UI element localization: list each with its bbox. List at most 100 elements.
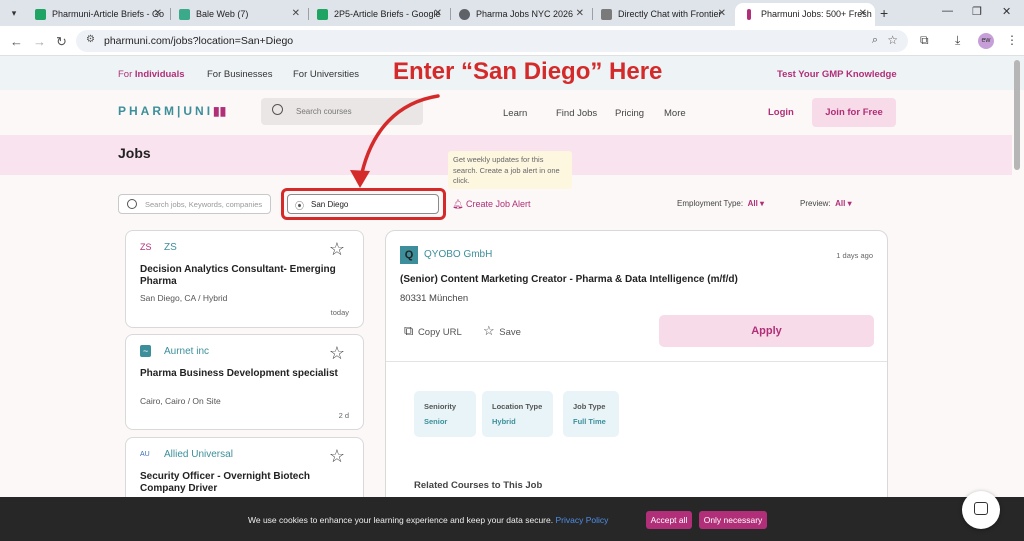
company-logo: Q: [400, 246, 418, 264]
gmp-test-link[interactable]: Test Your GMP Knowledge: [777, 69, 897, 80]
employment-type-filter[interactable]: Employment Type: All ▾: [677, 199, 764, 208]
tab-title: Pharmuni-Article Briefs - Go: [52, 9, 165, 19]
job-card[interactable]: ZS ZS ☆ Decision Analytics Consultant- E…: [125, 230, 364, 328]
job-detail-panel: Q QYOBO GmbH 1 days ago (Senior) Content…: [385, 230, 888, 530]
create-job-alert-link[interactable]: 🔔︎ Create Job Alert: [452, 199, 531, 210]
for-businesses-link[interactable]: For Businesses: [207, 69, 272, 80]
browser-tab[interactable]: Bale Web (7) ✕: [170, 3, 308, 26]
close-icon[interactable]: ✕: [576, 8, 584, 19]
download-icon[interactable]: ⤓: [955, 33, 960, 48]
tag-key: Job Type: [573, 402, 606, 411]
back-icon[interactable]: ←: [10, 34, 23, 49]
company-name[interactable]: ZS: [164, 242, 177, 253]
pharmuni-icon: [747, 9, 751, 20]
job-age: today: [330, 308, 349, 317]
close-icon[interactable]: ✕: [718, 8, 726, 19]
tab-title: 2P5-Article Briefs - Google: [334, 9, 441, 19]
page-title: Jobs: [118, 145, 151, 161]
browser-tab[interactable]: Directly Chat with Frontier ✕: [592, 3, 734, 26]
for-universities-link[interactable]: For Universities: [293, 69, 359, 80]
save-button[interactable]: ☆ Save: [483, 323, 521, 339]
browser-tab[interactable]: Pharmuni-Article Briefs - Go ✕: [26, 3, 170, 26]
tab-search-icon[interactable]: ▾: [6, 5, 22, 21]
star-icon: ☆: [483, 323, 495, 338]
keyword-placeholder: Search jobs, Keywords, companies: [145, 200, 263, 209]
favorite-star-icon[interactable]: ☆: [329, 446, 345, 467]
location-input[interactable]: ⦿ San Diego: [287, 194, 439, 214]
company-name[interactable]: QYOBO GmbH: [424, 249, 492, 260]
menu-dots-icon[interactable]: ⋮: [1006, 33, 1018, 47]
restore-icon[interactable]: ❐: [972, 5, 982, 18]
tag-value: Hybrid: [492, 417, 516, 426]
privacy-policy-link[interactable]: Privacy Policy: [555, 515, 608, 525]
favorite-star-icon[interactable]: ☆: [329, 239, 345, 260]
apply-button[interactable]: Apply: [659, 315, 874, 347]
address-bar[interactable]: ⚙ pharmuni.com/jobs?location=San+Diego ⌕…: [76, 30, 908, 52]
nav-more[interactable]: More: [664, 108, 686, 119]
for-individuals-link[interactable]: For Individuals: [118, 69, 185, 80]
minimize-icon[interactable]: —: [942, 5, 953, 17]
only-necessary-button[interactable]: Only necessary: [699, 511, 767, 529]
browser-tab[interactable]: 2P5-Article Briefs - Google ✕: [308, 3, 450, 26]
job-location: 80331 München: [400, 293, 469, 304]
close-icon[interactable]: ✕: [434, 8, 442, 19]
tab-title: Pharma Jobs NYC 2026: [476, 9, 574, 19]
job-age: 2 d: [338, 411, 349, 420]
seniority-tag: Seniority Senior: [414, 391, 476, 437]
nav-pricing[interactable]: Pricing: [615, 108, 644, 119]
url-text[interactable]: pharmuni.com/jobs?location=San+Diego: [104, 35, 293, 47]
job-title[interactable]: Security Officer - Overnight Biotech Com…: [140, 471, 354, 495]
close-icon[interactable]: ✕: [859, 8, 867, 19]
sheets-icon: [35, 9, 46, 20]
cookie-banner: We use cookies to enhance your learning …: [0, 497, 1024, 541]
pharmuni-logo[interactable]: PHARM|UNI▮▮: [118, 104, 226, 118]
posted-date: 1 days ago: [836, 251, 873, 260]
forward-icon[interactable]: →: [33, 34, 46, 49]
favorite-star-icon[interactable]: ☆: [329, 343, 345, 364]
job-location: San Diego, CA / Hybrid: [140, 293, 228, 303]
reload-icon[interactable]: ↻: [56, 34, 67, 50]
job-title[interactable]: Pharma Business Development specialist: [140, 368, 354, 380]
site-header: PHARM|UNI▮▮ Search courses Learn Find Jo…: [0, 90, 1012, 135]
copy-url-button[interactable]: ⧉ Copy URL: [404, 323, 462, 339]
company-name[interactable]: Aurnet inc: [164, 346, 209, 357]
close-icon[interactable]: ✕: [154, 8, 162, 19]
preview-filter[interactable]: Preview: All ▾: [800, 199, 852, 208]
chat-site-icon: [601, 9, 612, 20]
nav-learn[interactable]: Learn: [503, 108, 527, 119]
chat-button[interactable]: [962, 491, 1000, 529]
browser-tab-active[interactable]: Pharmuni Jobs: 500+ Fresh ✕: [735, 3, 875, 26]
tag-key: Location Type: [492, 402, 543, 411]
company-name[interactable]: Allied Universal: [164, 449, 233, 460]
zoom-icon[interactable]: ⌕: [872, 34, 878, 47]
location-type-tag: Location Type Hybrid: [482, 391, 553, 437]
page-scrollbar[interactable]: [1014, 60, 1020, 170]
job-alert-tooltip: Get weekly updates for this search. Crea…: [448, 151, 572, 189]
location-value[interactable]: San Diego: [311, 200, 348, 209]
extensions-icon[interactable]: ⧉: [920, 33, 929, 48]
join-button[interactable]: Join for Free: [812, 98, 896, 127]
profile-avatar[interactable]: ew: [978, 33, 994, 49]
browser-tab[interactable]: Pharma Jobs NYC 2026 ✕: [450, 3, 592, 26]
accept-all-button[interactable]: Accept all: [646, 511, 692, 529]
job-title: (Senior) Content Marketing Creator - Pha…: [400, 274, 738, 285]
cookie-message: We use cookies to enhance your learning …: [248, 515, 609, 525]
close-icon[interactable]: ✕: [292, 8, 300, 19]
login-link[interactable]: Login: [768, 107, 794, 118]
sheets-icon: [317, 9, 328, 20]
window-close-icon[interactable]: ✕: [1002, 5, 1011, 18]
tab-title: Bale Web (7): [196, 9, 249, 19]
tab-title: Pharmuni Jobs: 500+ Fresh: [761, 9, 872, 19]
site-settings-icon[interactable]: ⚙: [86, 34, 95, 45]
job-card[interactable]: ~ Aurnet inc ☆ Pharma Business Developme…: [125, 334, 364, 430]
bookmark-star-icon[interactable]: ☆: [887, 33, 898, 47]
job-title[interactable]: Decision Analytics Consultant- Emerging …: [140, 264, 354, 288]
tag-value: Full Time: [573, 417, 606, 426]
tag-value: Senior: [424, 417, 448, 426]
chevron-down-icon: ▾: [847, 199, 852, 208]
tag-key: Seniority: [424, 402, 457, 411]
nav-find-jobs[interactable]: Find Jobs: [556, 108, 597, 119]
new-tab-icon[interactable]: +: [880, 5, 888, 21]
keyword-search-input[interactable]: Search jobs, Keywords, companies: [118, 194, 271, 214]
globe-icon: [459, 9, 470, 20]
